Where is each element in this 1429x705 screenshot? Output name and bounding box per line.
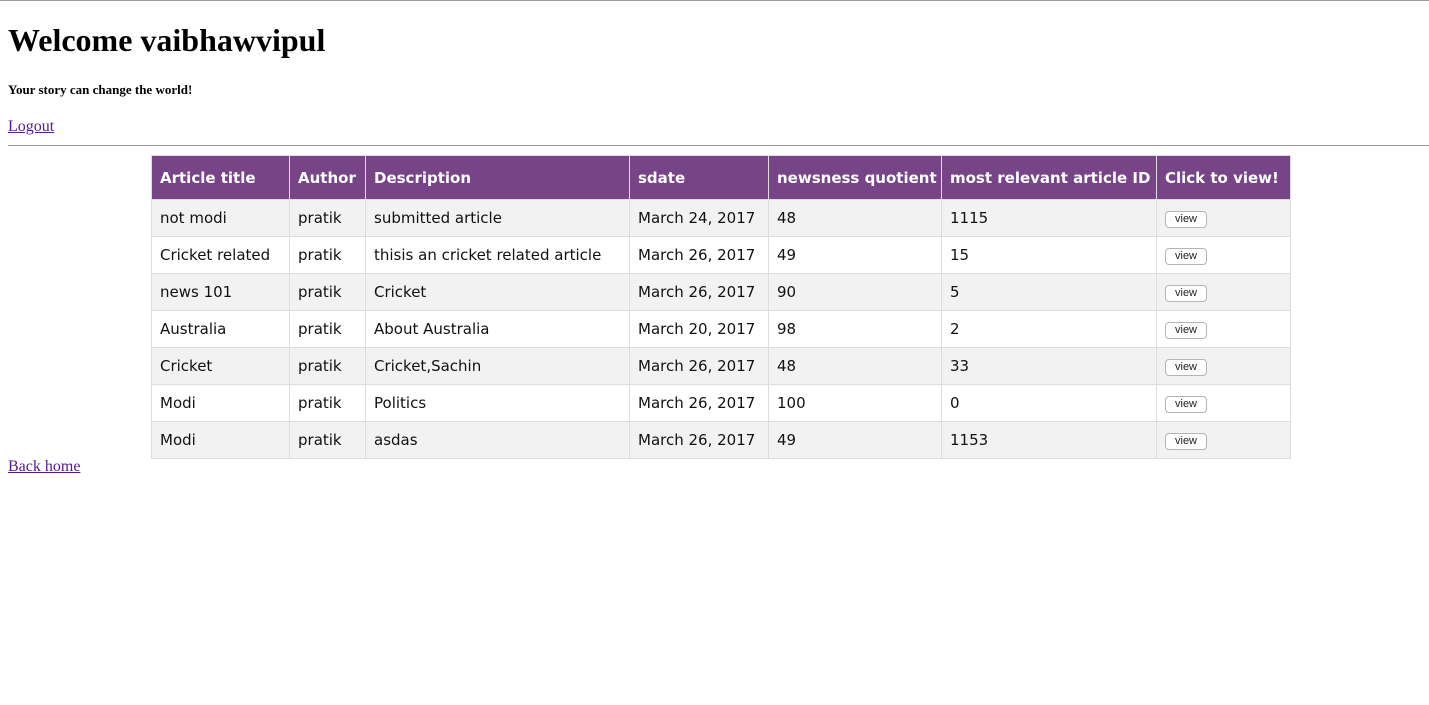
view-button[interactable]: view xyxy=(1165,396,1208,413)
cell-description: About Australia xyxy=(365,310,630,348)
column-header-relevant-id: most relevant article ID xyxy=(941,155,1157,200)
cell-view: view xyxy=(1156,273,1291,311)
welcome-heading: Welcome vaibhawvipul xyxy=(8,22,326,58)
cell-relevant-id: 1153 xyxy=(941,421,1157,459)
view-button[interactable]: view xyxy=(1165,433,1208,450)
cell-relevant-id: 0 xyxy=(941,384,1157,422)
cell-newsness: 100 xyxy=(768,384,942,422)
top-divider xyxy=(0,0,1429,1)
view-button[interactable]: view xyxy=(1165,322,1208,339)
articles-table: Article title Author Description sdate n… xyxy=(151,155,1291,459)
column-header-newsness: newsness quotient xyxy=(768,155,942,200)
cell-newsness: 49 xyxy=(768,421,942,459)
cell-sdate: March 26, 2017 xyxy=(629,236,769,274)
header-divider xyxy=(8,145,1429,146)
table-row: Cricket related pratik thisis an cricket… xyxy=(151,236,1291,274)
table-row: Australia pratik About Australia March 2… xyxy=(151,310,1291,348)
column-header-sdate: sdate xyxy=(629,155,769,200)
column-header-view: Click to view! xyxy=(1156,155,1291,200)
cell-sdate: March 26, 2017 xyxy=(629,384,769,422)
cell-title: news 101 xyxy=(151,273,290,311)
cell-description: Cricket xyxy=(365,273,630,311)
cell-view: view xyxy=(1156,421,1291,459)
tagline: Your story can change the world! xyxy=(8,82,193,97)
cell-newsness: 49 xyxy=(768,236,942,274)
cell-sdate: March 26, 2017 xyxy=(629,421,769,459)
view-button[interactable]: view xyxy=(1165,359,1208,376)
cell-author: pratik xyxy=(289,273,366,311)
cell-description: Cricket,Sachin xyxy=(365,347,630,385)
cell-relevant-id: 15 xyxy=(941,236,1157,274)
cell-author: pratik xyxy=(289,310,366,348)
cell-sdate: March 24, 2017 xyxy=(629,199,769,237)
cell-title: Cricket xyxy=(151,347,290,385)
view-button[interactable]: view xyxy=(1165,211,1208,228)
logout-link[interactable]: Logout xyxy=(8,118,54,136)
table-row: Modi pratik Politics March 26, 2017 100 … xyxy=(151,384,1291,422)
cell-view: view xyxy=(1156,199,1291,237)
view-button[interactable]: view xyxy=(1165,285,1208,302)
back-home-link[interactable]: Back home xyxy=(8,458,80,476)
cell-newsness: 48 xyxy=(768,199,942,237)
cell-description: submitted article xyxy=(365,199,630,237)
cell-author: pratik xyxy=(289,421,366,459)
cell-view: view xyxy=(1156,347,1291,385)
cell-newsness: 48 xyxy=(768,347,942,385)
cell-title: not modi xyxy=(151,199,290,237)
cell-sdate: March 26, 2017 xyxy=(629,273,769,311)
cell-sdate: March 20, 2017 xyxy=(629,310,769,348)
table-row: Modi pratik asdas March 26, 2017 49 1153… xyxy=(151,421,1291,459)
table-row: not modi pratik submitted article March … xyxy=(151,199,1291,237)
cell-relevant-id: 2 xyxy=(941,310,1157,348)
cell-sdate: March 26, 2017 xyxy=(629,347,769,385)
cell-author: pratik xyxy=(289,199,366,237)
cell-newsness: 98 xyxy=(768,310,942,348)
cell-relevant-id: 5 xyxy=(941,273,1157,311)
cell-view: view xyxy=(1156,384,1291,422)
table-row: Cricket pratik Cricket,Sachin March 26, … xyxy=(151,347,1291,385)
cell-title: Cricket related xyxy=(151,236,290,274)
cell-description: thisis an cricket related article xyxy=(365,236,630,274)
view-button[interactable]: view xyxy=(1165,248,1208,265)
table-row: news 101 pratik Cricket March 26, 2017 9… xyxy=(151,273,1291,311)
cell-newsness: 90 xyxy=(768,273,942,311)
table-header-row: Article title Author Description sdate n… xyxy=(151,155,1291,200)
column-header-author: Author xyxy=(289,155,366,200)
cell-author: pratik xyxy=(289,384,366,422)
cell-view: view xyxy=(1156,310,1291,348)
cell-title: Modi xyxy=(151,384,290,422)
column-header-title: Article title xyxy=(151,155,290,200)
cell-author: pratik xyxy=(289,236,366,274)
cell-relevant-id: 33 xyxy=(941,347,1157,385)
cell-title: Modi xyxy=(151,421,290,459)
column-header-description: Description xyxy=(365,155,630,200)
cell-relevant-id: 1115 xyxy=(941,199,1157,237)
cell-author: pratik xyxy=(289,347,366,385)
cell-description: asdas xyxy=(365,421,630,459)
cell-description: Politics xyxy=(365,384,630,422)
cell-title: Australia xyxy=(151,310,290,348)
cell-view: view xyxy=(1156,236,1291,274)
